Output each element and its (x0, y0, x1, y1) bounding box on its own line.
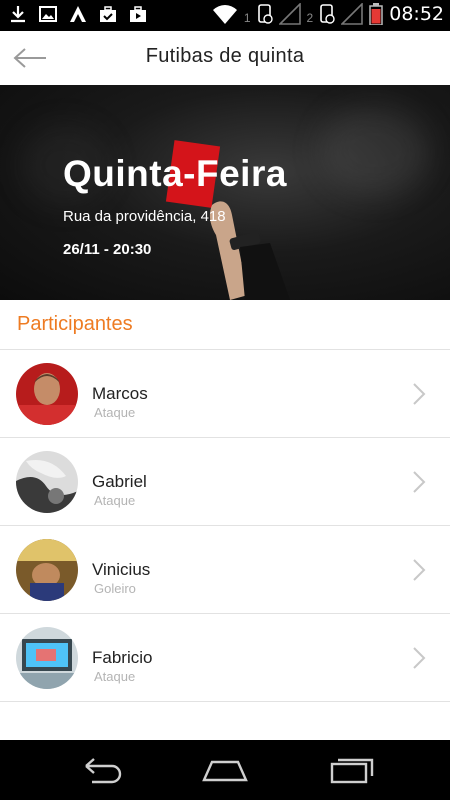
app-icon (70, 6, 86, 22)
wifi-icon (212, 5, 237, 24)
play-briefcase-icon (130, 6, 146, 22)
avatar-image (16, 627, 78, 689)
participant-role: Goleiro (94, 581, 136, 596)
participant-row[interactable]: Marcos Ataque (0, 350, 450, 438)
app-bar: Futibas de quinta (0, 31, 450, 85)
system-indicators: 1 2 08:52 (212, 3, 444, 25)
notification-icons (8, 4, 148, 24)
participant-row[interactable]: Vinicius Goleiro (0, 526, 450, 614)
chevron-right-icon (413, 647, 426, 669)
chevron-right-icon (413, 383, 426, 405)
participant-role: Ataque (94, 405, 136, 420)
participant-name: Fabricio (92, 648, 153, 667)
background-blur (320, 105, 430, 195)
avatar (16, 363, 78, 425)
sim1-label: 1 (243, 11, 251, 25)
avatar-image (16, 539, 78, 601)
download-icon (11, 6, 25, 23)
sim2-label: 2 (306, 11, 314, 25)
image-icon (39, 6, 57, 22)
event-hero: Quinta-Feira Rua da providência, 418 26/… (0, 85, 450, 300)
event-address: Rua da providência, 418 (63, 208, 226, 225)
event-datetime: 26/11 - 20:30 (63, 241, 152, 258)
clock: 08:52 (389, 3, 444, 25)
home-nav-icon (202, 760, 248, 782)
avatar-image (16, 363, 78, 425)
chevron-right-icon (413, 471, 426, 493)
participant-row[interactable]: Gabriel Ataque (0, 438, 450, 526)
sim-icon (320, 4, 335, 24)
page-title: Futibas de quinta (145, 45, 305, 67)
avatar (16, 451, 78, 513)
participant-name: Vinicius (92, 560, 151, 579)
participant-name: Marcos (92, 384, 148, 403)
participant-name: Gabriel (92, 472, 147, 491)
chevron-right-icon (413, 559, 426, 581)
nav-back-button[interactable] (76, 754, 126, 786)
participant-role: Ataque (94, 493, 136, 508)
signal-icon (341, 3, 364, 25)
navigation-bar (0, 740, 450, 800)
nav-home-button[interactable] (200, 754, 250, 786)
section-title: Participantes (17, 313, 133, 335)
recents-nav-icon (330, 758, 374, 784)
status-bar: 1 2 08:52 (0, 0, 450, 31)
back-nav-icon (85, 758, 122, 784)
avatar (16, 539, 78, 601)
avatar-image (16, 451, 78, 513)
participants-list: Marcos Ataque Gabriel Ataque Vinicius Go… (0, 350, 450, 702)
participants-header: Participantes (0, 300, 450, 350)
participant-row[interactable]: Fabricio Ataque (0, 614, 450, 702)
battery-icon (369, 3, 383, 25)
sim-icon (257, 4, 273, 24)
participant-role: Ataque (94, 669, 136, 684)
avatar (16, 627, 78, 689)
briefcase-check-icon (100, 6, 116, 22)
event-day: Quinta-Feira (63, 153, 287, 194)
signal-icon (278, 3, 301, 25)
nav-recents-button[interactable] (326, 754, 376, 786)
